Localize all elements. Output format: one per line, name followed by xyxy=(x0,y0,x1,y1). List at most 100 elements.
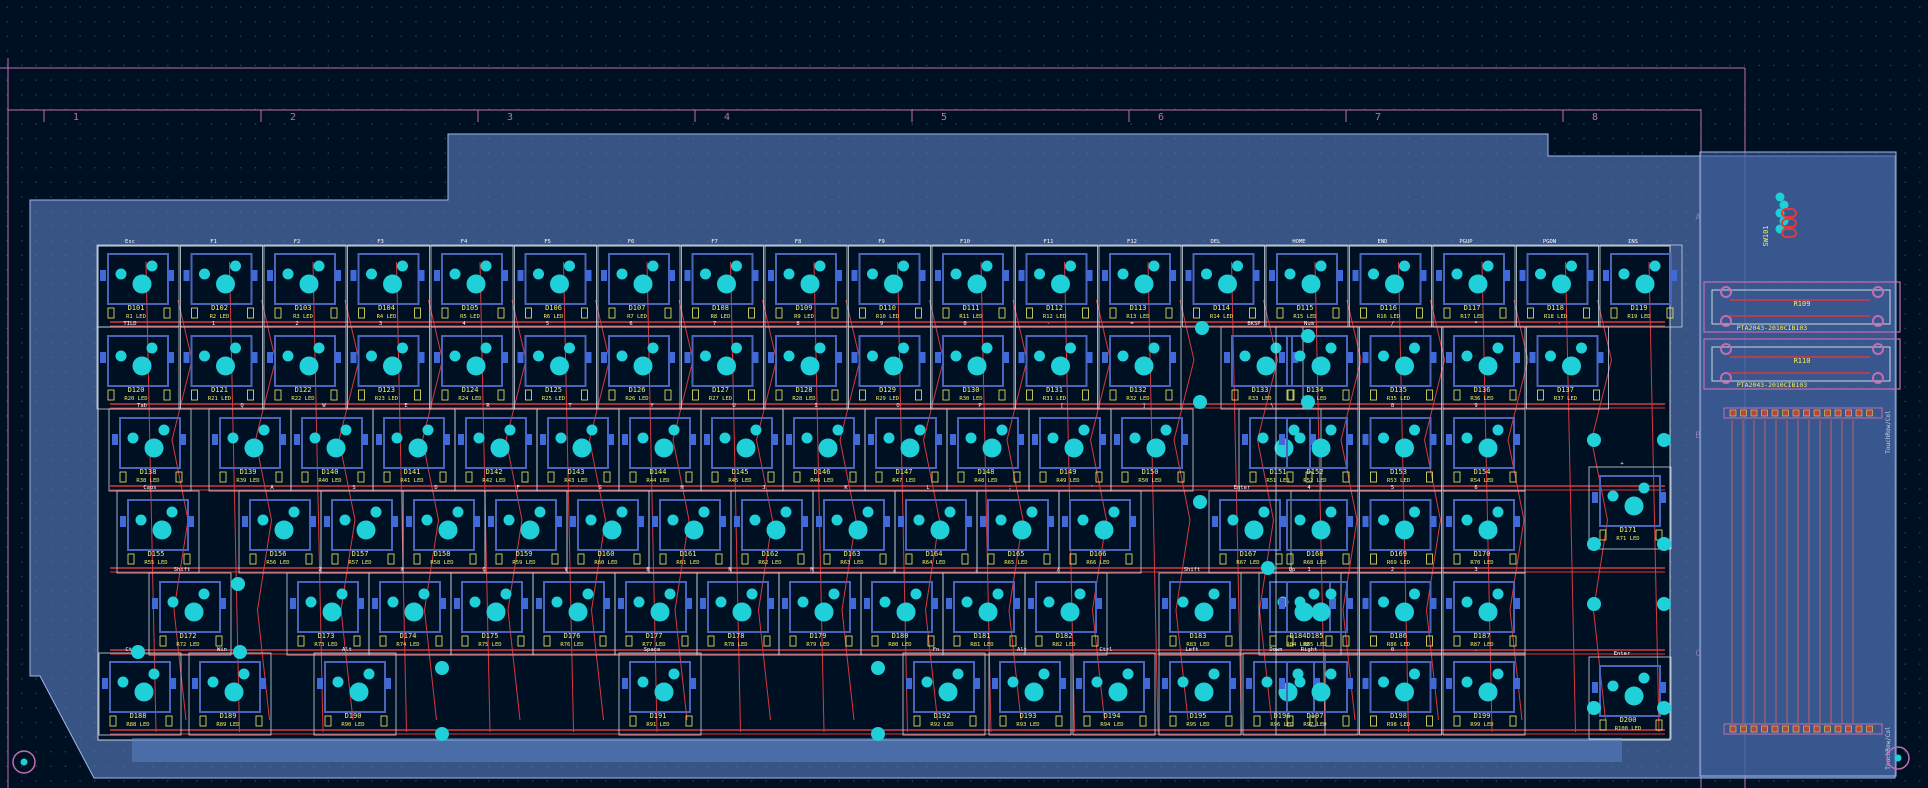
switch-pin-pad xyxy=(336,588,348,600)
keycap-label: Q xyxy=(240,403,243,409)
switch-pin-pad xyxy=(883,432,895,444)
smd-pad xyxy=(585,352,592,363)
diode-reference: D120 xyxy=(128,386,145,394)
switch-pin-pad xyxy=(1325,424,1337,436)
switch-center-pad xyxy=(982,438,1002,458)
keycap-label: INS xyxy=(1628,239,1638,245)
smd-pad xyxy=(1003,270,1009,281)
connector-pin xyxy=(1845,725,1852,733)
diode-reference: D116 xyxy=(1380,304,1397,312)
switch-pin-pad xyxy=(1368,268,1379,280)
smd-pad xyxy=(170,678,176,689)
smd-pad xyxy=(936,434,942,445)
switch-pin-pad xyxy=(1201,268,1212,280)
switch-pin-pad xyxy=(950,350,962,362)
switch-pin-pad xyxy=(1077,514,1089,526)
led-reference: R90 LED xyxy=(341,722,364,728)
smd-pad xyxy=(183,352,190,363)
diode-reference: D156 xyxy=(270,550,287,558)
keycap-label: / xyxy=(1056,567,1059,573)
led-reference: R15 LED xyxy=(1293,314,1316,320)
stabilizer-hole xyxy=(1587,701,1601,715)
switch-center-pad xyxy=(1395,356,1414,376)
smd-pad xyxy=(1347,678,1353,689)
smd-pad xyxy=(1514,516,1520,527)
smd-pad xyxy=(851,352,858,363)
diode-reference: D147 xyxy=(896,468,913,476)
switch-pin-pad xyxy=(1638,672,1650,684)
led-reference: R20 LED xyxy=(124,396,147,402)
smd-pad xyxy=(1279,516,1285,527)
switch-pin-pad xyxy=(1232,260,1243,272)
switch-pin-pad xyxy=(230,342,241,354)
led-reference: R95 LED xyxy=(1186,722,1209,728)
diode-reference: D137 xyxy=(1557,386,1574,394)
led-reference: R53 LED xyxy=(1387,478,1410,484)
switch-pin-pad xyxy=(981,260,993,272)
smd-pad xyxy=(1352,270,1359,281)
stabilizer-hole xyxy=(1301,395,1315,409)
diode-reference: D108 xyxy=(712,304,729,312)
switch-pin-pad xyxy=(1208,668,1220,680)
smd-pad xyxy=(1162,678,1168,689)
switch-pin-pad xyxy=(1545,350,1556,362)
smd-pad xyxy=(440,598,446,609)
diode-reference: D174 xyxy=(400,632,417,640)
switch-pin-pad xyxy=(127,432,139,444)
smd-pad xyxy=(1018,434,1024,445)
smd-pad xyxy=(1242,434,1248,445)
switch-pin-pad xyxy=(135,514,147,526)
smd-pad xyxy=(1262,598,1268,609)
switch-center-pad xyxy=(299,274,319,294)
switch-center-pad xyxy=(224,682,244,702)
led-reference: R1 LED xyxy=(126,314,146,320)
smd-pad xyxy=(376,434,382,445)
smd-pad xyxy=(652,516,658,527)
pcb-canvas[interactable]: 12345678ABC EscD101R1 LEDF1D102R2 LEDF2D… xyxy=(0,0,1928,788)
smd-pad xyxy=(1170,352,1176,363)
smd-pad xyxy=(816,516,822,527)
smd-pad xyxy=(1253,270,1260,281)
stabilizer-hole xyxy=(1193,495,1207,509)
switch-pin-pad xyxy=(1284,268,1296,280)
diode-reference: D170 xyxy=(1474,550,1491,558)
smd-pad xyxy=(1660,492,1666,503)
diode-reference: D163 xyxy=(844,550,861,558)
switch-pin-pad xyxy=(1065,260,1076,272)
connector-pin xyxy=(1740,725,1747,733)
smd-pad xyxy=(768,352,774,363)
switch-pin-pad xyxy=(199,268,210,280)
switch-pin-pad xyxy=(148,668,160,680)
smd-pad xyxy=(1337,270,1343,281)
board-outline xyxy=(29,133,1897,779)
switch-pin-pad xyxy=(1091,676,1103,688)
switch-pin-pad xyxy=(616,506,628,518)
smd-pad xyxy=(267,352,273,363)
switch-pin-pad xyxy=(1177,676,1189,688)
diode-reference: D173 xyxy=(318,632,335,640)
smd-pad xyxy=(522,598,528,609)
switch-pin-pad xyxy=(1294,676,1306,688)
switch-pin-pad xyxy=(780,506,792,518)
smd-pad xyxy=(1182,434,1188,445)
switch-pin-pad xyxy=(1177,596,1189,608)
keycap-label: Ctrl xyxy=(1099,647,1112,653)
switch-pin-pad xyxy=(801,432,813,444)
switch-center-pad xyxy=(349,682,369,702)
switch-center-pad xyxy=(299,356,319,376)
smd-pad xyxy=(1018,270,1025,281)
switch-pin-pad xyxy=(1325,506,1337,518)
diode-reference: D142 xyxy=(486,468,503,476)
keycap-label: Fn xyxy=(933,647,940,653)
smd-pad xyxy=(919,352,926,363)
switch-pin-pad xyxy=(555,432,567,444)
keycap-label: Right xyxy=(1301,647,1318,653)
switch-pin-pad xyxy=(1492,668,1504,680)
connector-pin xyxy=(1771,409,1779,417)
led-reference: R18 LED xyxy=(1544,314,1567,320)
smd-pad xyxy=(850,598,856,609)
smd-pad xyxy=(1592,682,1598,693)
led-reference: R72 LED xyxy=(176,642,199,648)
switch-pin-pad xyxy=(814,260,826,272)
switch-pin-pad xyxy=(914,424,926,436)
